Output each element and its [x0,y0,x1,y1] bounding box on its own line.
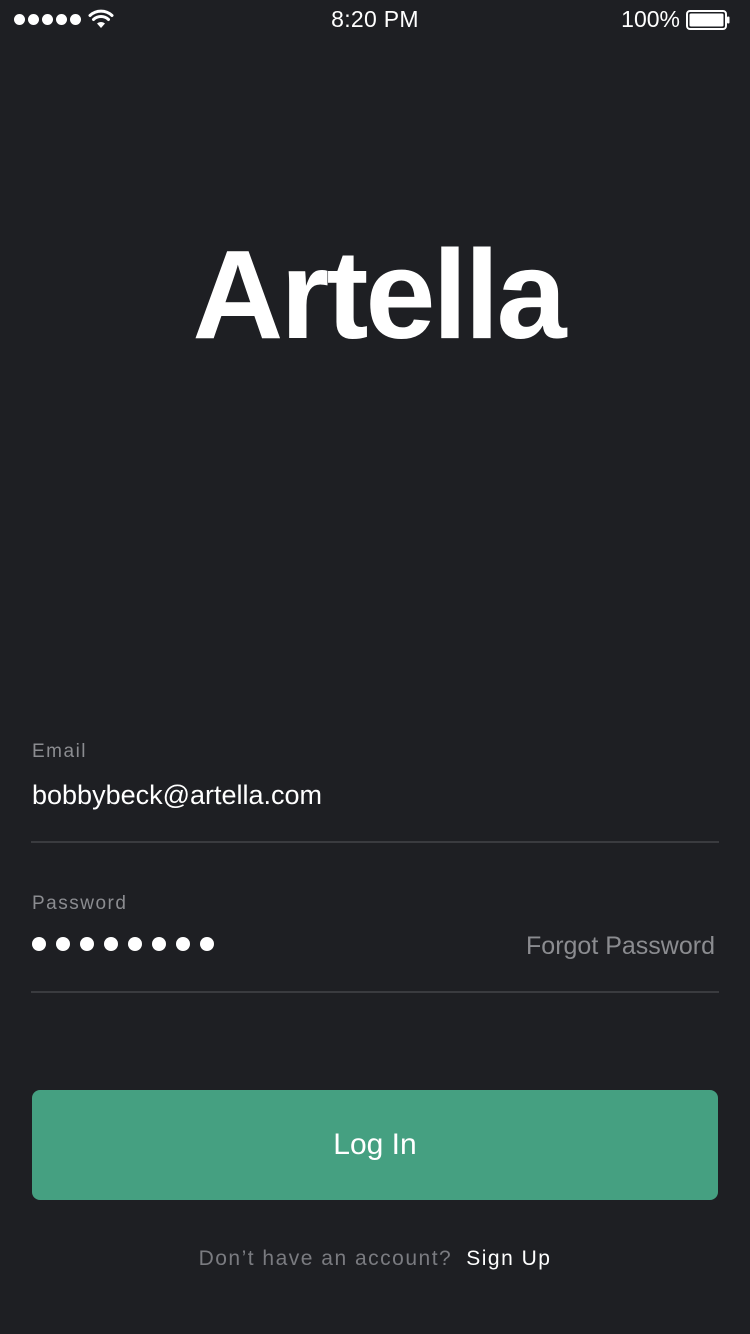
login-button[interactable]: Log In [32,1090,718,1200]
logo-text: Artella [192,240,567,345]
password-mask-dot [104,937,118,951]
password-mask-dot [200,937,214,951]
password-mask-dot [152,937,166,951]
password-field[interactable] [32,937,214,951]
signup-link[interactable]: Sign Up [466,1247,551,1270]
login-button-label: Log In [333,1128,417,1161]
status-bar: 8:20 PM 100% [0,0,750,40]
password-divider [31,991,719,993]
password-mask-dot [128,937,142,951]
forgot-password-link[interactable]: Forgot Password [526,932,715,961]
password-mask-dot [176,937,190,951]
email-label: Email [32,741,88,762]
password-label: Password [32,893,128,914]
artella-logo: Artella [192,240,570,345]
email-field[interactable]: bobbybeck@artella.com [32,780,322,811]
signup-prompt: Don’t have an account? [198,1247,453,1270]
password-mask-dot [56,937,70,951]
battery-icon [686,10,730,30]
password-mask-dot [32,937,46,951]
signup-row: Don’t have an account? Sign Up [0,1247,750,1271]
email-divider [31,841,719,843]
password-mask-dot [80,937,94,951]
battery-percent: 100% [621,6,680,32]
